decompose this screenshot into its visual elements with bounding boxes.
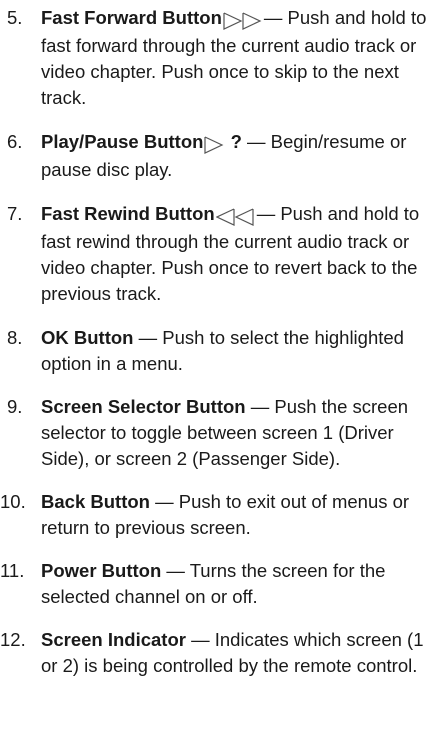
item-number: 9. — [7, 396, 23, 417]
list-item-power: 11. Power Button — Turns the screen for … — [0, 558, 447, 610]
item-number: 10. — [0, 491, 26, 512]
list-item-ok: 8. OK Button — Push to select the highli… — [0, 325, 447, 377]
item-number: 12. — [0, 629, 26, 650]
item-term: Power Button — [41, 560, 162, 581]
item-term: Back Button — [41, 491, 150, 512]
item-term: Fast Forward Button — [41, 7, 222, 28]
icon-suffix: ? — [225, 131, 242, 152]
list-item-screen-selector: 9. Screen Selector Button — Push the scr… — [0, 394, 447, 472]
item-term: Screen Indicator — [41, 629, 186, 650]
play-icon — [204, 131, 224, 157]
item-number: 6. — [7, 131, 23, 152]
button-description-list: 5. Fast Forward Button — Push and hold to… — [0, 5, 447, 679]
item-number: 11. — [0, 560, 25, 581]
list-item-fast-forward: 5. Fast Forward Button — Push and hold to… — [0, 5, 447, 111]
fast-rewind-icon — [215, 203, 256, 229]
item-number: 5. — [7, 7, 23, 28]
item-number: 8. — [7, 327, 23, 348]
item-term: OK Button — [41, 327, 134, 348]
fast-forward-icon — [223, 7, 263, 33]
item-term: Screen Selector Button — [41, 396, 246, 417]
list-item-back: 10. Back Button — Push to exit out of me… — [0, 489, 447, 541]
manual-page: 5. Fast Forward Button — Push and hold to… — [0, 0, 447, 740]
list-item-fast-rewind: 7. Fast Rewind Button — Push and hold to … — [0, 201, 447, 307]
list-item-screen-indicator: 12. Screen Indicator — Indicates which s… — [0, 627, 447, 679]
item-number: 7. — [7, 203, 23, 224]
list-item-play-pause: 6. Play/Pause Button ? — Begin/resume or… — [0, 129, 447, 183]
item-term: Play/Pause Button — [41, 131, 204, 152]
item-term: Fast Rewind Button — [41, 203, 215, 224]
